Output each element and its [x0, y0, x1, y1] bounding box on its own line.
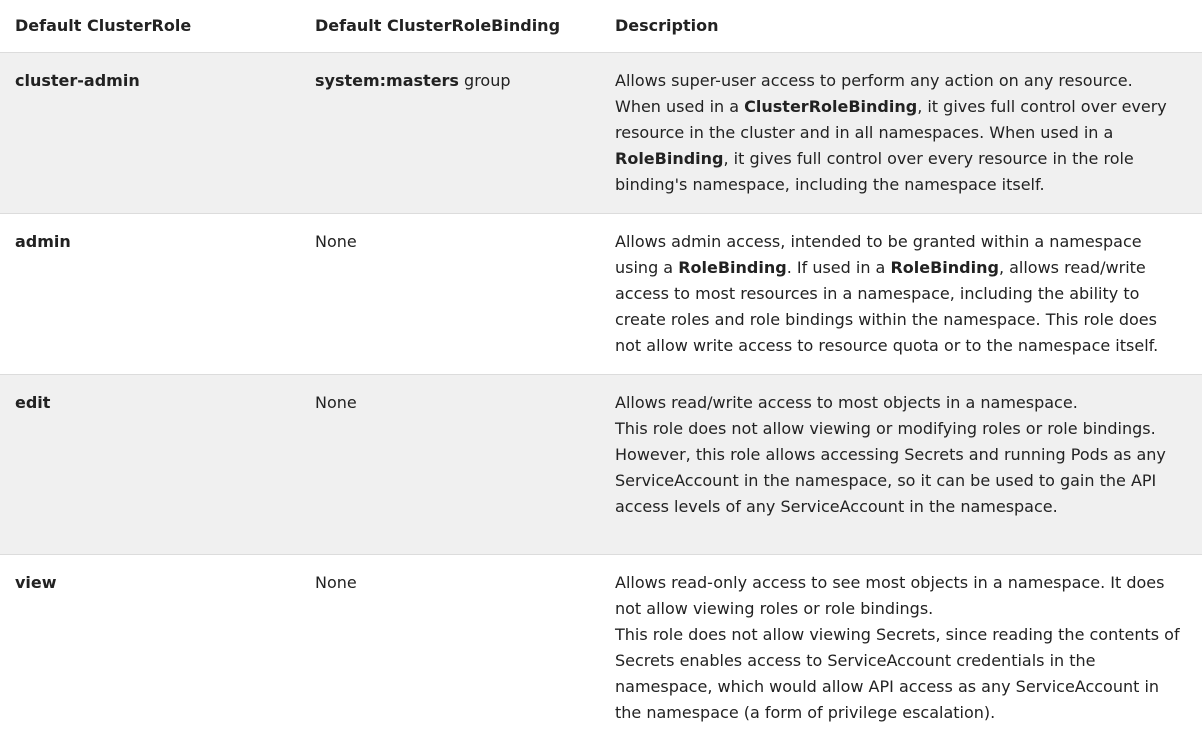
column-header-clusterrole: Default ClusterRole — [0, 0, 300, 53]
description-line: Allows read-only access to see most obje… — [615, 570, 1188, 622]
description-keyword: RoleBinding — [890, 258, 999, 277]
clusterrole-cell: admin — [0, 214, 300, 375]
binding-kind: group — [459, 71, 511, 90]
clusterrole-name: view — [15, 573, 57, 592]
clusterrolebinding-cell: None — [300, 375, 600, 555]
description-text: When used in a — [615, 97, 744, 116]
table-row: edit None Allows read/write access to mo… — [0, 375, 1202, 555]
clusterrole-cell: view — [0, 555, 300, 756]
description-cell: Allows read/write access to most objects… — [600, 375, 1202, 555]
column-header-description: Description — [600, 0, 1202, 53]
table-header-row: Default ClusterRole Default ClusterRoleB… — [0, 0, 1202, 53]
clusterrolebinding-cell: system:masters group — [300, 53, 600, 214]
table-row: view None Allows read-only access to see… — [0, 555, 1202, 756]
description-keyword: RoleBinding — [615, 149, 724, 168]
description-line: Allows super-user access to perform any … — [615, 68, 1188, 94]
binding-subject: system:masters — [315, 71, 459, 90]
description-cell: Allows super-user access to perform any … — [600, 53, 1202, 214]
binding-value: None — [315, 393, 357, 412]
clusterrolebinding-cell: None — [300, 555, 600, 756]
binding-value: None — [315, 232, 357, 251]
description-line: Allows read/write access to most objects… — [615, 390, 1188, 416]
table-row: cluster-admin system:masters group Allow… — [0, 53, 1202, 214]
clusterrole-table: Default ClusterRole Default ClusterRoleB… — [0, 0, 1202, 756]
clusterrole-name: admin — [15, 232, 71, 251]
table-row: admin None Allows admin access, intended… — [0, 214, 1202, 375]
column-header-clusterrolebinding: Default ClusterRoleBinding — [300, 0, 600, 53]
clusterrolebinding-cell: None — [300, 214, 600, 375]
description-keyword: ClusterRoleBinding — [744, 97, 917, 116]
description-cell: Allows read-only access to see most obje… — [600, 555, 1202, 756]
description-cell: Allows admin access, intended to be gran… — [600, 214, 1202, 375]
clusterrole-cell: cluster-admin — [0, 53, 300, 214]
clusterrole-name: edit — [15, 393, 50, 412]
description-line: This role does not allow viewing Secrets… — [615, 622, 1188, 726]
clusterrole-name: cluster-admin — [15, 71, 140, 90]
clusterrole-cell: edit — [0, 375, 300, 555]
description-text: . If used in a — [787, 258, 891, 277]
description-keyword: RoleBinding — [678, 258, 787, 277]
description-line: This role does not allow viewing or modi… — [615, 416, 1188, 520]
binding-value: None — [315, 573, 357, 592]
